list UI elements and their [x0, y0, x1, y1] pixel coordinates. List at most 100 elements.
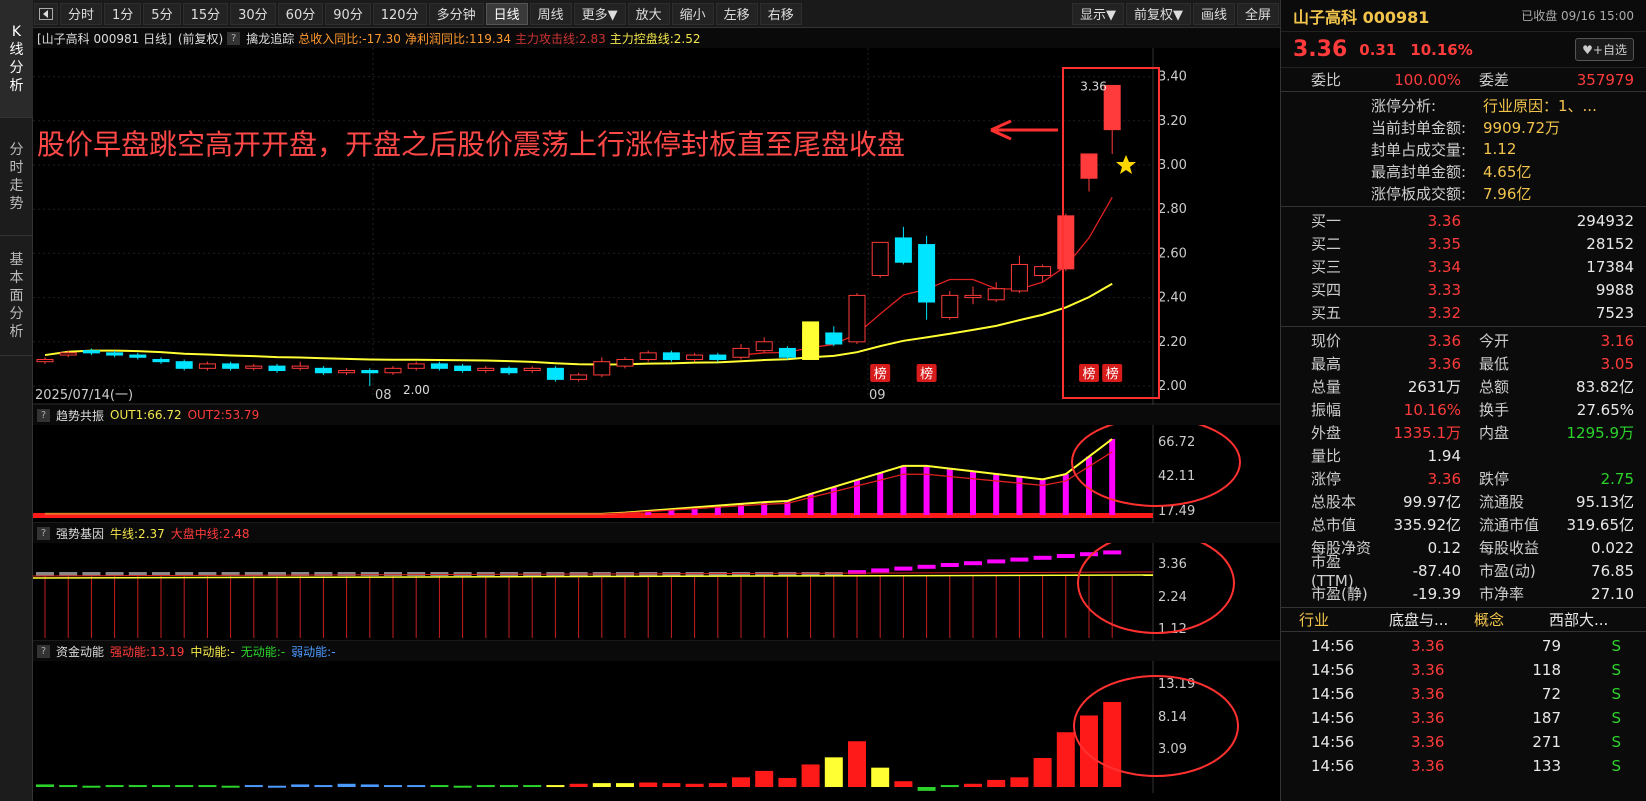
period-button[interactable]: 120分 [372, 2, 427, 25]
zoom-in-button[interactable]: 放大 [627, 2, 670, 25]
panel4-bar [453, 785, 472, 788]
buy-level-row[interactable]: 买五 3.32 7523 [1281, 301, 1646, 324]
stat-label: 每股收益 [1479, 539, 1540, 557]
tab-char: 析 [9, 323, 24, 340]
tick-row: 14:56 3.36 133 S [1281, 754, 1646, 778]
tab-fundamental-analysis[interactable]: 基本面分析 [0, 236, 33, 356]
tab-intraday-trend[interactable]: 分时走势 [0, 118, 33, 236]
buy-level-row[interactable]: 买一 3.36 294932 [1281, 209, 1646, 232]
period-button[interactable]: 5分 [143, 2, 181, 25]
help-icon[interactable]: ? [37, 644, 50, 658]
buy-level-row[interactable]: 买二 3.35 28152 [1281, 232, 1646, 255]
panel4-bar [407, 785, 426, 788]
period-button[interactable]: 日线 [485, 2, 528, 25]
period-button[interactable]: 周线 [529, 2, 572, 25]
limitup-key: 当前封单金额: [1371, 118, 1467, 137]
signal-candle [802, 321, 820, 360]
period-button[interactable]: 分时 [60, 2, 103, 25]
adjust-dropdown[interactable]: 前复权▼ [1125, 2, 1191, 25]
bang-badge-label: 榜 [874, 366, 887, 382]
concept-value[interactable]: 西部大... [1549, 609, 1608, 630]
tick-volume: 118 [1532, 661, 1561, 679]
industry-value[interactable]: 底盘与... [1389, 609, 1474, 630]
panel4-bar [685, 783, 704, 787]
panel2-bar [1109, 439, 1116, 515]
candle-body [732, 347, 750, 358]
panel3-block [848, 570, 866, 575]
tab-char: K [11, 23, 22, 40]
webi-label: 委比 [1311, 71, 1342, 89]
tab-kline-analysis[interactable]: K线分析 [0, 0, 33, 118]
stat-value: 3.36 [1427, 354, 1461, 373]
buy-level-label: 买五 [1311, 304, 1342, 322]
panel4-l4: 弱动能:- [291, 644, 336, 659]
tick-time: 14:56 [1311, 685, 1355, 703]
x-axis-label: 08 [375, 388, 392, 403]
stat-value: -19.39 [1412, 584, 1461, 603]
buy-level-row[interactable]: 买四 3.33 9988 [1281, 278, 1646, 301]
panel4-bar [221, 785, 240, 788]
stat-value: 27.10 [1591, 584, 1634, 603]
buy-level-row[interactable]: 买三 3.34 17384 [1281, 255, 1646, 278]
help-icon[interactable]: ? [37, 526, 50, 540]
candle-body [129, 354, 147, 358]
industry-label[interactable]: 行业 [1299, 609, 1389, 630]
concept-label[interactable]: 概念 [1474, 609, 1549, 630]
candle-body [686, 354, 704, 360]
tick-price: 3.36 [1411, 637, 1445, 655]
fullscreen-button[interactable]: 全屏 [1236, 2, 1279, 25]
period-button[interactable]: 60分 [277, 2, 324, 25]
tick-side: S [1611, 733, 1621, 751]
limitup-row: 最高封单金额: 4.65亿 [1281, 160, 1646, 182]
period-button[interactable]: 90分 [325, 2, 371, 25]
period-button[interactable]: 多分钟 [428, 2, 484, 25]
zoom-out-button[interactable]: 缩小 [671, 2, 714, 25]
limitup-row: 涨停分析: 行业原因：1、... [1281, 94, 1646, 116]
draw-line-button[interactable]: 画线 [1192, 2, 1235, 25]
help-icon[interactable]: ? [37, 408, 50, 422]
industry-concept-row: 行业 底盘与... 概念 西部大... [1281, 607, 1646, 631]
panel4-bar [871, 767, 890, 787]
buy-level-volume: 17384 [1586, 257, 1634, 276]
current-price: 3.36 [1293, 37, 1348, 62]
period-button[interactable]: 1分 [104, 2, 142, 25]
tick-price: 3.36 [1411, 757, 1445, 775]
panel4-bar [175, 785, 194, 788]
panel4-bar [940, 785, 959, 788]
panel3-block [894, 566, 913, 571]
add-favorite-button[interactable]: ♥+自选 [1575, 38, 1634, 61]
weicha-label: 委差 [1479, 71, 1510, 89]
stat-label: 总量 [1311, 378, 1342, 396]
y-axis-tick: 3.20 [1158, 114, 1187, 129]
period-button[interactable]: 更多▼ [573, 2, 626, 25]
stat-value: 1295.9万 [1566, 424, 1635, 442]
shift-left-button[interactable]: 左移 [715, 2, 758, 25]
bang-badge-label: 榜 [920, 366, 933, 382]
shift-right-button[interactable]: 右移 [759, 2, 802, 25]
tick-volume: 72 [1541, 685, 1561, 703]
tab-char: 时 [9, 159, 24, 176]
panel4-bar [662, 783, 681, 787]
tick-row: 14:56 3.36 118 S [1281, 658, 1646, 682]
panel4-header: ? 资金动能 强动能:13.19 中动能:- 无动能:- 弱动能:- [33, 641, 1280, 661]
panel3-block [964, 561, 982, 566]
highlight-ellipse [1077, 532, 1235, 634]
display-dropdown[interactable]: 显示▼ [1071, 2, 1124, 25]
period-button[interactable]: 15分 [182, 2, 229, 25]
left-tab-bar: K线分析 分时走势 基本面分析 [0, 0, 33, 801]
stat-label: 量比 [1311, 447, 1342, 465]
chart-area[interactable]: [山子高科 000981 日线] (前复权) ? 擒龙追踪 总收入同比:-17.… [33, 28, 1280, 801]
stat-value: 83.82亿 [1576, 378, 1634, 396]
help-icon[interactable]: ? [227, 31, 241, 45]
candle-body [1057, 215, 1075, 270]
panel3-block [407, 572, 426, 576]
panel4-bar [708, 783, 727, 787]
tick-side: S [1611, 661, 1621, 679]
candle-body [384, 367, 402, 374]
back-arrow-icon[interactable] [34, 2, 58, 25]
tab-char: 势 [9, 195, 24, 212]
high-price-label: 3.36 [1080, 79, 1107, 93]
panel4-bar [291, 784, 310, 787]
trade-ticks[interactable]: 14:56 3.36 79 S 14:56 3.36 118 S 14:56 3.36 72 S 14:… [1281, 631, 1646, 780]
period-button[interactable]: 30分 [230, 2, 276, 25]
